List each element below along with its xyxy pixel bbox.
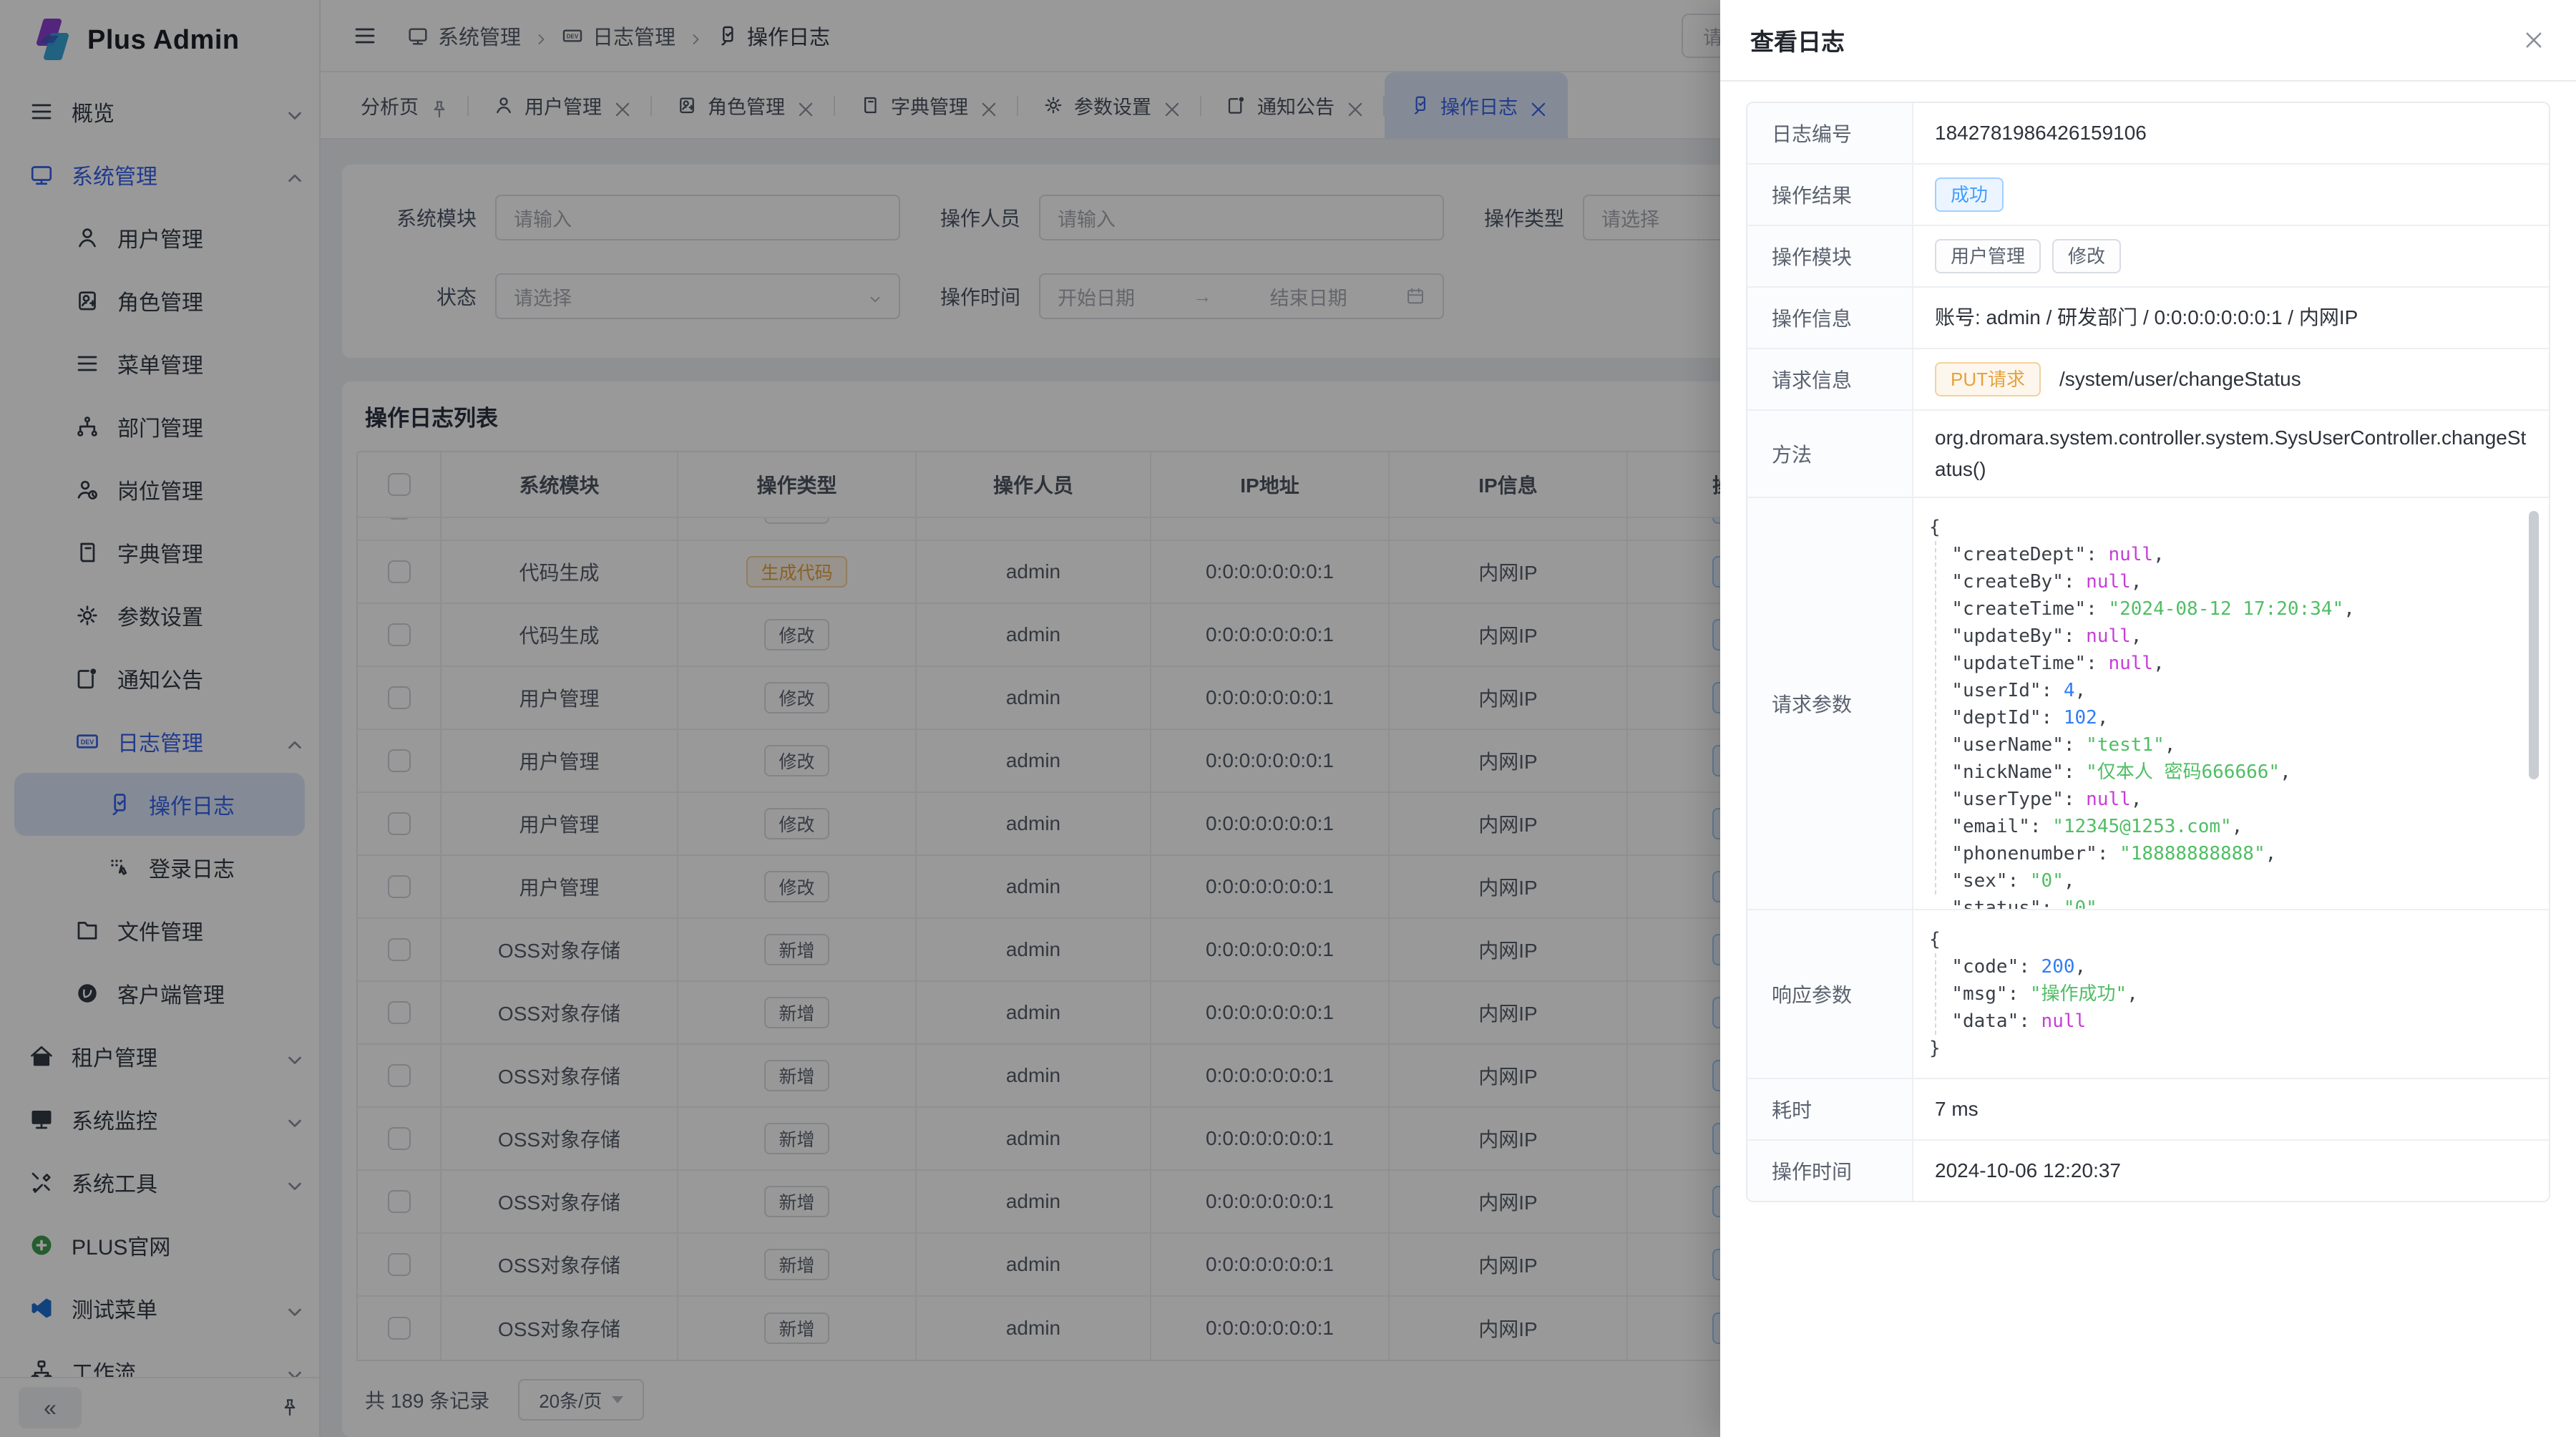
drawer-header: 查看日志 [1720,0,2576,82]
module-tag: 修改 [2052,239,2121,273]
json-code-block: { "createDept": null, "createBy": null, … [1919,498,2543,909]
indent-guide [1935,541,1936,895]
detail-label: 操作模块 [1747,226,1913,286]
detail-label: 操作结果 [1747,165,1913,225]
log-detail-table: 日志编号1842781986426159106操作结果成功操作模块用户管理修改操… [1746,102,2550,1202]
detail-value: 2024-10-06 12:20:37 [1913,1141,2549,1201]
detail-row: 请求信息 PUT请求/system/user/changeStatus [1747,349,2549,411]
detail-label: 日志编号 [1747,103,1913,163]
detail-row: 响应参数 { "code": 200, "msg": "操作成功", "data… [1747,910,2549,1079]
result-tag: 成功 [1935,177,2004,212]
code-scrollbar[interactable] [2529,511,2539,779]
detail-value: 7 ms [1913,1079,2549,1139]
close-icon [2522,28,2546,52]
detail-label: 请求信息 [1747,349,1913,409]
detail-value: 1842781986426159106 [1913,103,2549,163]
detail-label: 请求参数 [1747,498,1913,909]
detail-row: 操作模块用户管理修改 [1747,226,2549,288]
drawer-body: 日志编号1842781986426159106操作结果成功操作模块用户管理修改操… [1720,82,2576,1222]
indent-guide [1935,953,1936,1035]
module-tag: 用户管理 [1935,239,2041,273]
request-path: /system/user/changeStatus [2059,364,2301,395]
detail-row: 操作信息账号: admin / 研发部门 / 0:0:0:0:0:0:0:1 /… [1747,288,2549,349]
detail-label: 响应参数 [1747,910,1913,1078]
http-method-tag: PUT请求 [1935,362,2041,396]
detail-row: 操作时间2024-10-06 12:20:37 [1747,1141,2549,1201]
view-log-drawer: 查看日志 日志编号1842781986426159106操作结果成功操作模块用户… [1720,0,2576,1437]
detail-row: 日志编号1842781986426159106 [1747,103,2549,165]
drawer-title: 查看日志 [1750,23,1845,57]
detail-row: 方法org.dromara.system.controller.system.S… [1747,411,2549,498]
detail-row: 操作结果成功 [1747,165,2549,226]
detail-row: 请求参数 { "createDept": null, "createBy": n… [1747,498,2549,910]
detail-label: 耗时 [1747,1079,1913,1139]
close-icon[interactable] [2522,28,2546,52]
detail-value: org.dromara.system.controller.system.Sys… [1913,411,2549,497]
detail-value: 账号: admin / 研发部门 / 0:0:0:0:0:0:0:1 / 内网I… [1913,288,2549,348]
detail-row: 耗时7 ms [1747,1079,2549,1141]
json-code-block: { "code": 200, "msg": "操作成功", "data": nu… [1919,910,2543,1078]
detail-label: 操作时间 [1747,1141,1913,1201]
detail-label: 操作信息 [1747,288,1913,348]
detail-label: 方法 [1747,411,1913,497]
